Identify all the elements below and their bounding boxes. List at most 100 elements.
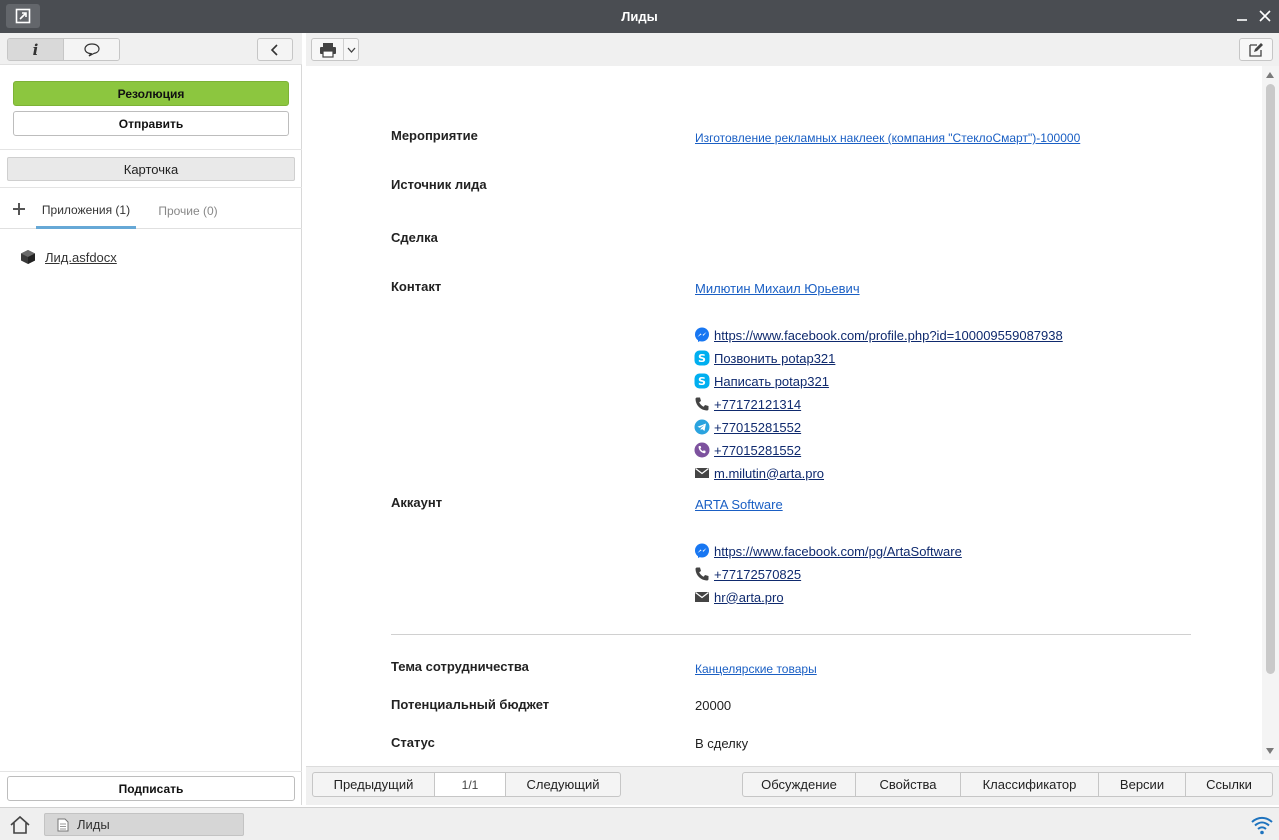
- add-attachment-button[interactable]: [12, 201, 26, 219]
- contact-channel[interactable]: +77172121314: [694, 396, 801, 412]
- home-icon: [10, 815, 30, 834]
- attachments-tabs: Приложения (1) Прочие (0): [0, 193, 302, 229]
- scroll-down-arrow[interactable]: [1266, 748, 1274, 754]
- account-channel[interactable]: +77172570825: [694, 566, 801, 582]
- card-button[interactable]: Карточка: [7, 157, 295, 181]
- document-cube-icon: [21, 250, 35, 264]
- contact-channel-text: +77015281552: [714, 442, 802, 458]
- skype-icon: S: [694, 373, 710, 389]
- contact-channel-text: Позвонить potap321: [714, 350, 836, 366]
- home-button[interactable]: [8, 814, 32, 836]
- chevron-left-icon: [270, 43, 278, 56]
- field-label-source: Источник лида: [391, 177, 487, 192]
- phone-icon: [694, 566, 710, 582]
- edit-button[interactable]: [1239, 38, 1273, 61]
- account-channel-text: https://www.facebook.com/pg/ArtaSoftware: [714, 543, 962, 559]
- taskbar: Лиды: [0, 807, 1279, 840]
- info-view-button[interactable]: i: [8, 39, 64, 60]
- sign-button[interactable]: Подписать: [7, 776, 295, 801]
- discussion-button[interactable]: Обсуждение: [743, 773, 856, 796]
- scroll-up-arrow[interactable]: [1266, 72, 1274, 78]
- telegram-icon: [694, 419, 710, 435]
- svg-text:S: S: [698, 352, 706, 365]
- window-titlebar: Лиды: [0, 0, 1279, 33]
- budget-value: 20000: [695, 698, 732, 713]
- email-icon: [694, 465, 710, 481]
- contact-link[interactable]: Милютин Михаил Юрьевич: [695, 281, 860, 296]
- divider: [0, 187, 302, 188]
- info-icon: i: [32, 40, 39, 59]
- phone-icon: [694, 396, 710, 412]
- contact-channel[interactable]: https://www.facebook.com/profile.php?id=…: [694, 327, 1063, 343]
- document-actions: Обсуждение Свойства Классификатор Версии…: [742, 772, 1273, 797]
- next-button[interactable]: Следующий: [506, 773, 620, 796]
- contact-channel[interactable]: S Написать potap321: [694, 373, 829, 389]
- section-divider: [391, 634, 1191, 635]
- contact-channel[interactable]: m.milutin@arta.pro: [694, 465, 824, 481]
- skype-icon: S: [694, 350, 710, 366]
- contact-channel-text: +77015281552: [714, 419, 802, 435]
- viber-icon: [694, 442, 710, 458]
- account-channel[interactable]: hr@arta.pro: [694, 589, 784, 605]
- send-button[interactable]: Отправить: [13, 111, 289, 136]
- messenger-icon: [694, 543, 710, 559]
- contact-channel[interactable]: +77015281552: [694, 442, 801, 458]
- divider: [0, 149, 302, 150]
- properties-button[interactable]: Свойства: [856, 773, 961, 796]
- divider: [0, 771, 302, 772]
- account-channel-text: +77172570825: [714, 566, 802, 582]
- tab-attachments[interactable]: Приложения (1): [36, 193, 136, 229]
- versions-button[interactable]: Версии: [1099, 773, 1186, 796]
- account-channel[interactable]: https://www.facebook.com/pg/ArtaSoftware: [694, 543, 962, 559]
- account-channel-text: hr@arta.pro: [714, 589, 784, 605]
- attachment-item[interactable]: Лид.asfdocx: [20, 249, 117, 265]
- contact-channel-text: https://www.facebook.com/profile.php?id=…: [714, 327, 1063, 343]
- wifi-icon: [1251, 816, 1273, 835]
- left-toolbar: i: [0, 33, 302, 65]
- links-button[interactable]: Ссылки: [1186, 773, 1272, 796]
- status-value: В сделку: [695, 736, 749, 751]
- comments-view-button[interactable]: [64, 39, 119, 60]
- task-item-label: Лиды: [77, 817, 110, 832]
- document-icon: [57, 818, 69, 831]
- tab-other[interactable]: Прочие (0): [150, 193, 226, 229]
- print-options-dropdown[interactable]: [344, 47, 358, 53]
- attachment-name: Лид.asfdocx: [45, 249, 117, 265]
- contact-channel-text: +77172121314: [714, 396, 802, 412]
- contact-channel-text: m.milutin@arta.pro: [714, 465, 825, 481]
- previous-button[interactable]: Предыдущий: [313, 773, 435, 796]
- document-view: Мероприятие Изготовление рекламных накле…: [306, 66, 1262, 760]
- plus-icon: [13, 203, 25, 215]
- classifier-button[interactable]: Классификатор: [961, 773, 1099, 796]
- left-panel: i Резолюция Отправить Карточка Приложени…: [0, 33, 302, 805]
- print-button[interactable]: [311, 38, 359, 61]
- account-link[interactable]: ARTA Software: [695, 497, 783, 512]
- topic-link[interactable]: Канцелярские товары: [695, 662, 817, 676]
- document-scrollbar[interactable]: [1262, 66, 1279, 760]
- window-title: Лиды: [621, 9, 658, 24]
- field-label-topic: Тема сотрудничества: [391, 659, 529, 674]
- field-label-deal: Сделка: [391, 230, 438, 245]
- event-link[interactable]: Изготовление рекламных наклеек (компания…: [695, 131, 1080, 145]
- document-toolbar: [306, 33, 1279, 66]
- field-label-budget: Потенциальный бюджет: [391, 697, 550, 712]
- comment-icon: [83, 42, 100, 57]
- chevron-down-icon: [347, 47, 355, 53]
- page-indicator: 1/1: [435, 773, 506, 796]
- close-button[interactable]: [1256, 6, 1274, 26]
- field-label-status: Статус: [391, 735, 435, 750]
- contact-channel[interactable]: +77015281552: [694, 419, 801, 435]
- view-switcher: i: [7, 38, 120, 61]
- field-label-contact: Контакт: [391, 279, 442, 294]
- printer-icon: [319, 42, 336, 58]
- task-item-leads[interactable]: Лиды: [44, 813, 244, 836]
- print-action[interactable]: [312, 39, 344, 60]
- scrollbar-thumb[interactable]: [1266, 84, 1275, 674]
- field-label-account: Аккаунт: [391, 495, 443, 510]
- collapse-panel-button[interactable]: [257, 38, 293, 61]
- pager: Предыдущий 1/1 Следующий: [312, 772, 621, 797]
- minimize-button[interactable]: [1233, 6, 1251, 26]
- contact-channel[interactable]: S Позвонить potap321: [694, 350, 835, 366]
- email-icon: [694, 589, 710, 605]
- resolution-button[interactable]: Резолюция: [13, 81, 289, 106]
